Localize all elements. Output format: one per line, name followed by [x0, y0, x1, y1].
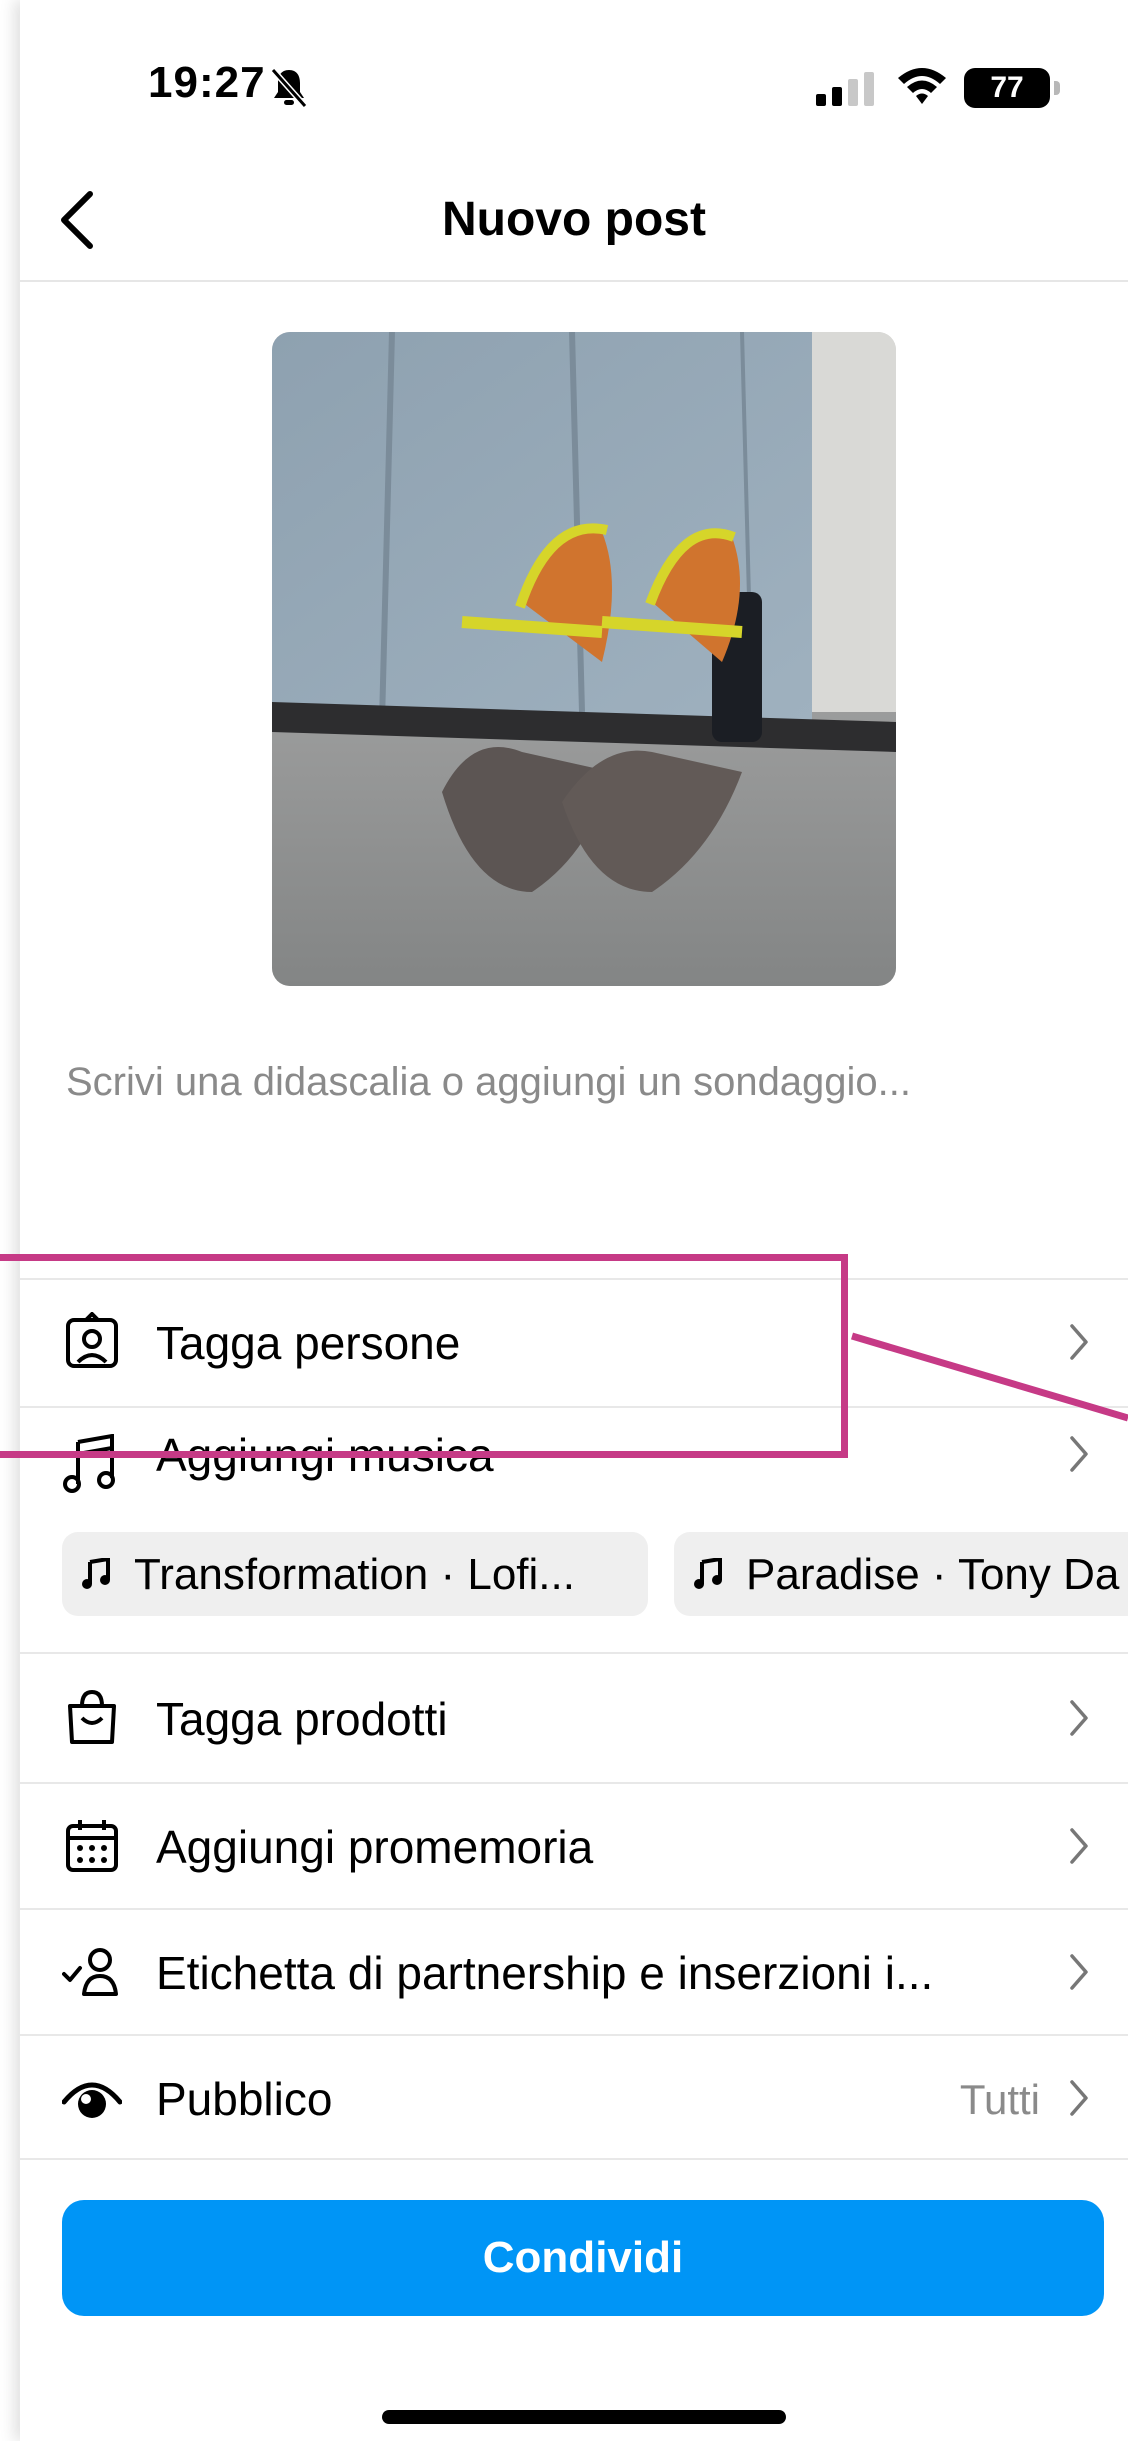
- chevron-right-icon: [1070, 1954, 1088, 1990]
- page-title: Nuovo post: [442, 193, 706, 246]
- signal-icon: [816, 72, 874, 106]
- caption-input[interactable]: Scrivi una didascalia o aggiungi un sond…: [66, 1060, 1106, 1105]
- screen: 19:27 77 Nuovo post Scrivi una didascali…: [0, 0, 1128, 2441]
- tag-products-row[interactable]: Tagga prodotti: [20, 1658, 1128, 1778]
- tag-products-label: Tagga prodotti: [156, 1693, 448, 1745]
- audience-row[interactable]: Pubblico Tutti: [20, 2038, 1128, 2158]
- divider: [20, 2034, 1128, 2036]
- user-check-icon: [62, 1948, 118, 1996]
- partnership-label: Etichetta di partnership e inserzioni i.…: [156, 1947, 934, 1999]
- partnership-row[interactable]: Etichetta di partnership e inserzioni i.…: [20, 1912, 1128, 2032]
- add-reminder-row[interactable]: Aggiungi promemoria: [20, 1786, 1128, 1906]
- music-chip-label: Transformation · Lofi...: [134, 1550, 575, 1599]
- music-note-icon: [82, 1558, 110, 1589]
- divider: [20, 1908, 1128, 1910]
- home-indicator: [382, 2410, 786, 2424]
- divider: [20, 1652, 1128, 1654]
- music-chip[interactable]: Transformation · Lofi...: [62, 1532, 648, 1616]
- share-button[interactable]: Condividi: [62, 2200, 1104, 2316]
- chevron-right-icon: [1070, 2080, 1088, 2116]
- calendar-icon: [66, 1820, 118, 1872]
- audience-value: Tutti: [959, 2076, 1040, 2123]
- status-time: 19:27: [148, 58, 266, 107]
- music-chip-label: Paradise · Tony Da: [746, 1550, 1120, 1599]
- audience-label: Pubblico: [156, 2073, 333, 2125]
- battery-icon: 77: [964, 68, 1060, 108]
- chevron-right-icon: [1070, 1700, 1088, 1736]
- divider: [20, 1782, 1128, 1784]
- eye-icon: [62, 2082, 122, 2118]
- chevron-right-icon: [1070, 1828, 1088, 1864]
- battery-level: 77: [990, 71, 1024, 104]
- music-note-icon: [694, 1558, 722, 1589]
- phone-screen: 19:27 77 Nuovo post Scrivi una didascali…: [20, 0, 1128, 2441]
- chevron-right-icon: [1070, 1324, 1088, 1360]
- chevron-right-icon: [1070, 1436, 1088, 1472]
- shopping-bag-icon: [68, 1689, 116, 1744]
- add-reminder-label: Aggiungi promemoria: [156, 1821, 594, 1873]
- wifi-icon: [898, 68, 946, 104]
- music-chip[interactable]: Paradise · Tony Da: [674, 1532, 1128, 1616]
- divider: [20, 2158, 1128, 2160]
- bell-off-icon: [270, 68, 308, 108]
- header-divider: [20, 280, 1128, 282]
- post-thumbnail[interactable]: [272, 332, 896, 986]
- highlight-box: [0, 1254, 848, 1458]
